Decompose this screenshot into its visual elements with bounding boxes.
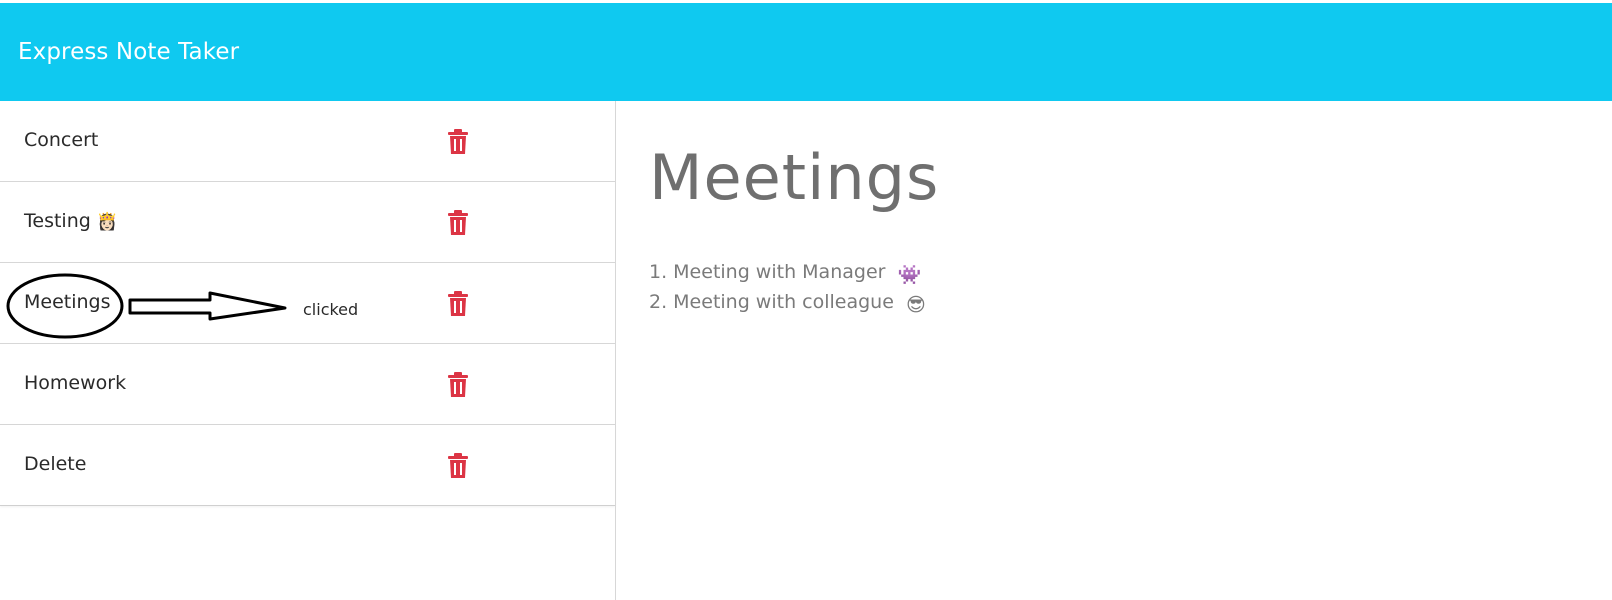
- note-line-text: 1. Meeting with Manager: [649, 261, 886, 283]
- trash-icon[interactable]: [447, 129, 469, 155]
- note-list-item-title[interactable]: Homework: [24, 372, 126, 394]
- column-divider: [615, 101, 616, 600]
- note-line-text: 2. Meeting with colleague: [649, 291, 894, 313]
- trash-icon[interactable]: [447, 453, 469, 479]
- trash-icon[interactable]: [447, 210, 469, 236]
- note-body-line[interactable]: 1. Meeting with Manager 👾: [649, 261, 921, 286]
- note-list-item-delete[interactable]: Delete: [0, 425, 615, 506]
- trash-icon[interactable]: [447, 372, 469, 398]
- sunglasses-face-emoji: 😎: [905, 294, 926, 316]
- note-list-item-title[interactable]: Meetings: [24, 291, 111, 313]
- note-title-text: Testing: [24, 210, 91, 232]
- annotation-label: clicked: [303, 300, 359, 319]
- note-title-heading[interactable]: Meetings: [649, 141, 939, 214]
- app-title: Express Note Taker: [18, 39, 240, 65]
- note-list-item-title[interactable]: Testing 👸🏻: [24, 210, 118, 232]
- note-list-item-concert[interactable]: Concert: [0, 101, 615, 182]
- note-list-item-testing[interactable]: Testing 👸🏻: [0, 182, 615, 263]
- note-list-item-title[interactable]: Delete: [24, 453, 86, 475]
- note-list-item-title[interactable]: Concert: [24, 129, 98, 151]
- note-view: Meetings 1. Meeting with Manager 👾 2. Me…: [649, 101, 1589, 600]
- note-body-line[interactable]: 2. Meeting with colleague 😎: [649, 291, 926, 316]
- app-header: Express Note Taker: [0, 3, 1612, 101]
- alien-monster-emoji: 👾: [897, 264, 922, 286]
- note-title-emoji: 👸🏻: [96, 212, 119, 232]
- trash-icon[interactable]: [447, 291, 469, 317]
- note-list-item-homework[interactable]: Homework: [0, 344, 615, 425]
